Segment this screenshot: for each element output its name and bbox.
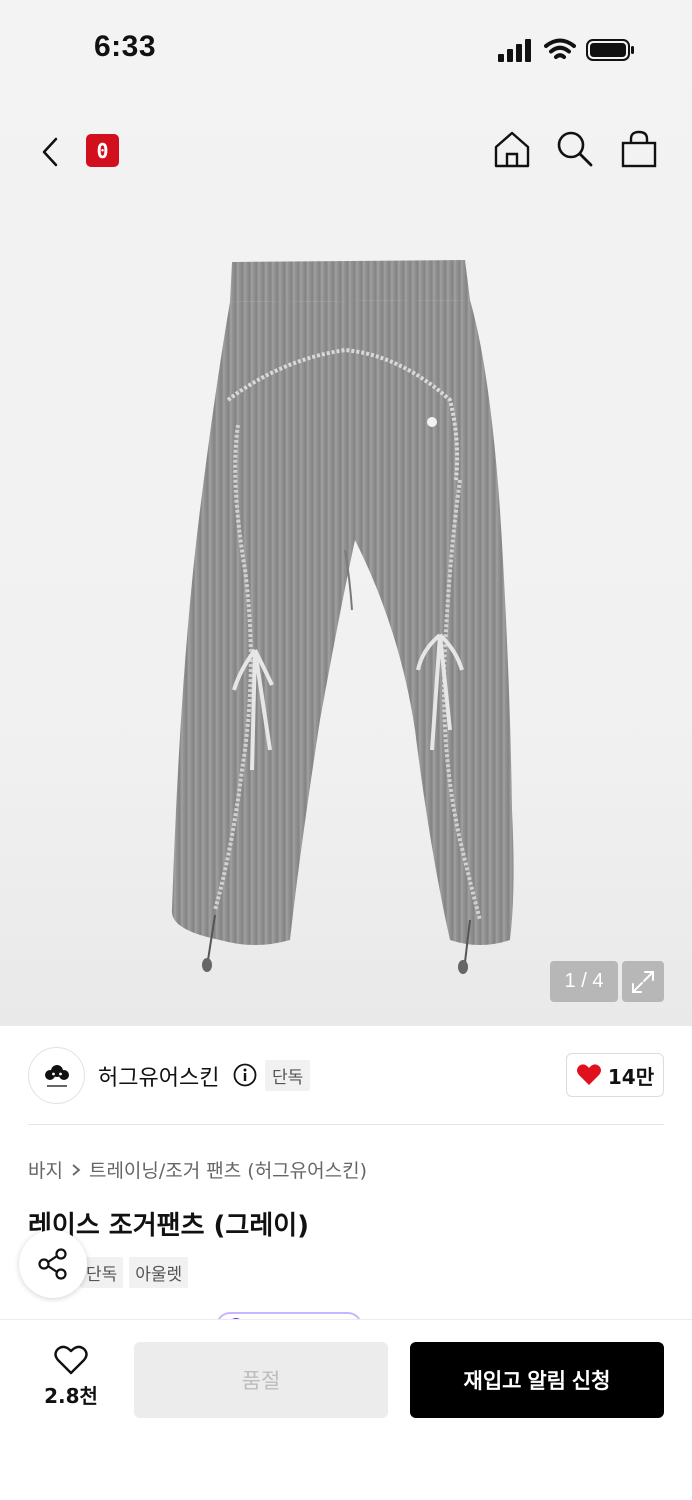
bottom-action-bar: 2.8천 품절 재입고 알림 신청 (0, 1320, 692, 1500)
search-button[interactable] (553, 126, 597, 172)
share-button[interactable] (19, 1230, 87, 1298)
exclusive-tag: 단독 (265, 1060, 311, 1091)
heart-filled-icon (576, 1064, 601, 1085)
brand-like-button[interactable]: 14만 (566, 1053, 664, 1097)
back-button[interactable] (30, 124, 70, 180)
share-icon (38, 1248, 67, 1280)
wishlist-button[interactable]: 2.8천 (30, 1344, 112, 1420)
heart-outline-icon (54, 1345, 88, 1375)
restock-alert-button[interactable]: 재입고 알림 신청 (410, 1342, 664, 1418)
expand-image-button[interactable] (622, 961, 664, 1002)
status-time: 6:33 (94, 30, 157, 63)
home-icon (494, 131, 530, 168)
breadcrumb-item-pants[interactable]: 바지 (28, 1156, 63, 1183)
product-tags: 단독 아울렛 (80, 1257, 189, 1288)
cart-button[interactable] (617, 126, 661, 172)
product-image (171, 260, 514, 974)
brand-row: 허그유어스킨 단독 14만 (0, 1036, 692, 1116)
brand-name[interactable]: 허그유어스킨 (98, 1060, 219, 1092)
image-page-indicator: 1 / 4 (550, 961, 618, 1002)
home-button[interactable] (490, 126, 534, 172)
brand-logo[interactable] (28, 1047, 85, 1104)
info-icon[interactable] (233, 1063, 257, 1087)
battery-icon (586, 39, 634, 61)
breadcrumb-item-category[interactable]: 트레이닝/조거 팬츠 (허그유어스킨) (89, 1156, 367, 1183)
cart-count-badge[interactable]: 0 (86, 134, 119, 167)
shopping-bag-icon (621, 130, 657, 168)
breadcrumb: 바지 트레이닝/조거 팬츠 (허그유어스킨) (28, 1156, 367, 1183)
divider (28, 1124, 664, 1125)
chevron-right-icon (72, 1163, 81, 1176)
status-bar: 6:33 (0, 0, 692, 100)
signal-icon (498, 39, 531, 62)
status-icons (498, 38, 636, 62)
brand-logo-mark (44, 1064, 69, 1087)
search-icon (557, 131, 593, 167)
expand-icon (632, 970, 654, 993)
brand-like-count: 14만 (607, 1064, 655, 1089)
product-tag: 아울렛 (129, 1257, 189, 1288)
chevron-left-icon (42, 137, 58, 167)
soldout-button[interactable]: 품절 (134, 1342, 388, 1418)
wifi-icon (544, 38, 576, 59)
wishlist-count: 2.8천 (44, 1384, 98, 1408)
